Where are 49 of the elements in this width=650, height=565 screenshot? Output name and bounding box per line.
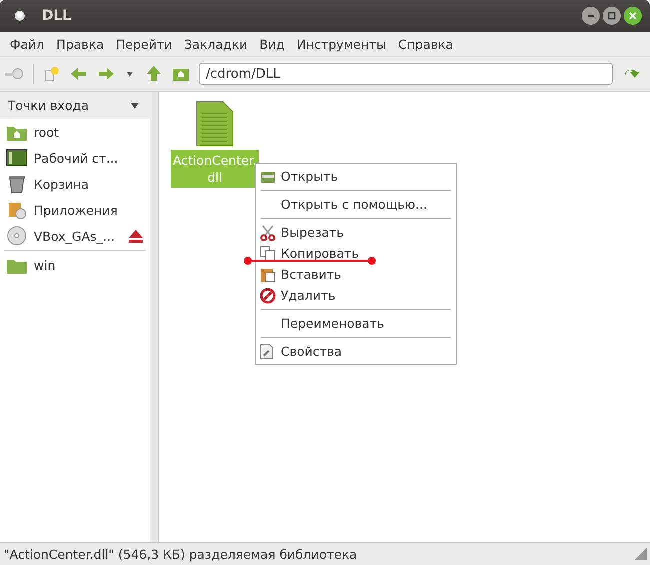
applications-icon bbox=[6, 200, 28, 220]
context-menu-item[interactable]: Открыть с помощью... bbox=[256, 194, 456, 215]
desktop-icon bbox=[6, 148, 28, 168]
status-text: "ActionCenter.dll" (546,3 КБ) разделяемая библиотека bbox=[4, 546, 358, 562]
place-label[interactable]: Приложения bbox=[34, 202, 118, 218]
close-button[interactable] bbox=[624, 7, 642, 25]
context-menu-item[interactable]: Переименовать bbox=[256, 313, 456, 334]
app-icon bbox=[14, 10, 26, 22]
back-icon[interactable] bbox=[70, 66, 88, 82]
menu-item[interactable]: Перейти bbox=[110, 36, 178, 52]
resize-grip-icon[interactable] bbox=[634, 547, 648, 561]
window-title: DLL bbox=[42, 8, 72, 24]
location-field[interactable]: /cdrom/DLL bbox=[199, 63, 613, 85]
maximize-button[interactable] bbox=[603, 7, 621, 25]
document-properties-icon bbox=[260, 344, 274, 360]
menu-item[interactable]: Файл bbox=[4, 36, 51, 52]
clipboard-icon bbox=[260, 266, 276, 282]
place-label[interactable]: Рабочий ст... bbox=[34, 150, 118, 166]
place-label[interactable]: VBox_GAs_... bbox=[34, 228, 115, 244]
menu-item[interactable]: Закладки bbox=[178, 36, 254, 52]
close-icon bbox=[628, 11, 638, 21]
disc-icon bbox=[6, 226, 28, 246]
menu-item[interactable]: Инструменты bbox=[290, 36, 392, 52]
eject-icon[interactable] bbox=[128, 229, 144, 243]
document-icon[interactable] bbox=[195, 100, 235, 148]
dropdown-icon[interactable] bbox=[124, 69, 136, 79]
place-label[interactable]: Корзина bbox=[34, 176, 90, 192]
menu-item[interactable]: Справка bbox=[392, 36, 460, 52]
menu-item[interactable]: Правка bbox=[50, 36, 110, 52]
place-label[interactable]: win bbox=[34, 258, 56, 272]
key-icon[interactable] bbox=[4, 67, 24, 81]
up-icon[interactable] bbox=[145, 65, 163, 83]
context-menu-item[interactable]: Копировать bbox=[256, 243, 456, 264]
trash-icon bbox=[6, 174, 28, 194]
context-menu-item[interactable]: Свойства bbox=[256, 341, 456, 362]
context-menu-item[interactable]: Удалить bbox=[256, 285, 456, 306]
place-label[interactable]: root bbox=[34, 124, 60, 140]
context-menu-item[interactable]: Вырезать bbox=[256, 222, 456, 243]
menu-item[interactable]: Вид bbox=[254, 36, 291, 52]
home-folder-icon[interactable] bbox=[172, 66, 190, 82]
minimize-button[interactable] bbox=[582, 7, 600, 25]
scissors-icon bbox=[260, 224, 276, 240]
prohibited-icon bbox=[260, 288, 276, 304]
context-menu-item[interactable]: Вставить bbox=[256, 264, 456, 285]
forward-icon[interactable] bbox=[97, 66, 115, 82]
side-pane-header[interactable]: Точки входа bbox=[0, 92, 152, 119]
dropdown-icon bbox=[130, 102, 140, 110]
maximize-icon bbox=[607, 11, 617, 21]
copy-icon bbox=[260, 246, 276, 262]
